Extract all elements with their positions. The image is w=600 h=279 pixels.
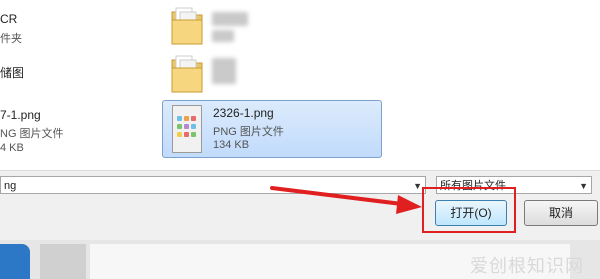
filename-value: ng <box>4 180 17 192</box>
watermark-text: 爱创根知识网 <box>470 256 584 276</box>
file-item-type: NG 图片文件 <box>0 128 64 140</box>
cancel-button[interactable]: 取消 <box>524 200 598 226</box>
folder-icon[interactable] <box>170 4 204 51</box>
folder-icon[interactable] <box>170 52 204 99</box>
file-item-size: 4 KB <box>0 142 24 154</box>
open-button[interactable]: 打开(O) <box>435 200 507 226</box>
selected-file-name: 2326-1.png <box>213 106 274 120</box>
png-thumbnail-icon <box>172 105 202 153</box>
blurred-folder-name <box>212 58 236 84</box>
blurred-folder-name <box>212 12 248 26</box>
file-item-type: 件夹 <box>0 33 22 45</box>
dialog-bottom-bar: ng ▼ 所有图片文件 ▼ 打开(O) 取消 <box>0 170 600 241</box>
thumbnail-placeholder <box>40 244 86 279</box>
file-item-name[interactable]: 7-1.png <box>0 108 41 122</box>
background-window-strip: 爱创根知识网 <box>0 240 600 279</box>
file-grid: CR 件夹 储图 7-1.png NG 图片文件 4 KB 2326-1.png… <box>0 0 600 170</box>
blurred-folder-meta <box>212 30 234 42</box>
selected-file-type: PNG 图片文件 <box>213 126 284 138</box>
selected-file-tile[interactable]: 2326-1.png PNG 图片文件 134 KB <box>162 100 382 158</box>
app-icon <box>0 244 30 279</box>
selected-file-size: 134 KB <box>213 139 250 151</box>
chevron-down-icon[interactable]: ▼ <box>579 177 588 195</box>
file-item-name[interactable]: 储图 <box>0 64 24 81</box>
annotation-arrow <box>270 186 422 214</box>
file-item-name[interactable]: CR <box>0 12 17 26</box>
